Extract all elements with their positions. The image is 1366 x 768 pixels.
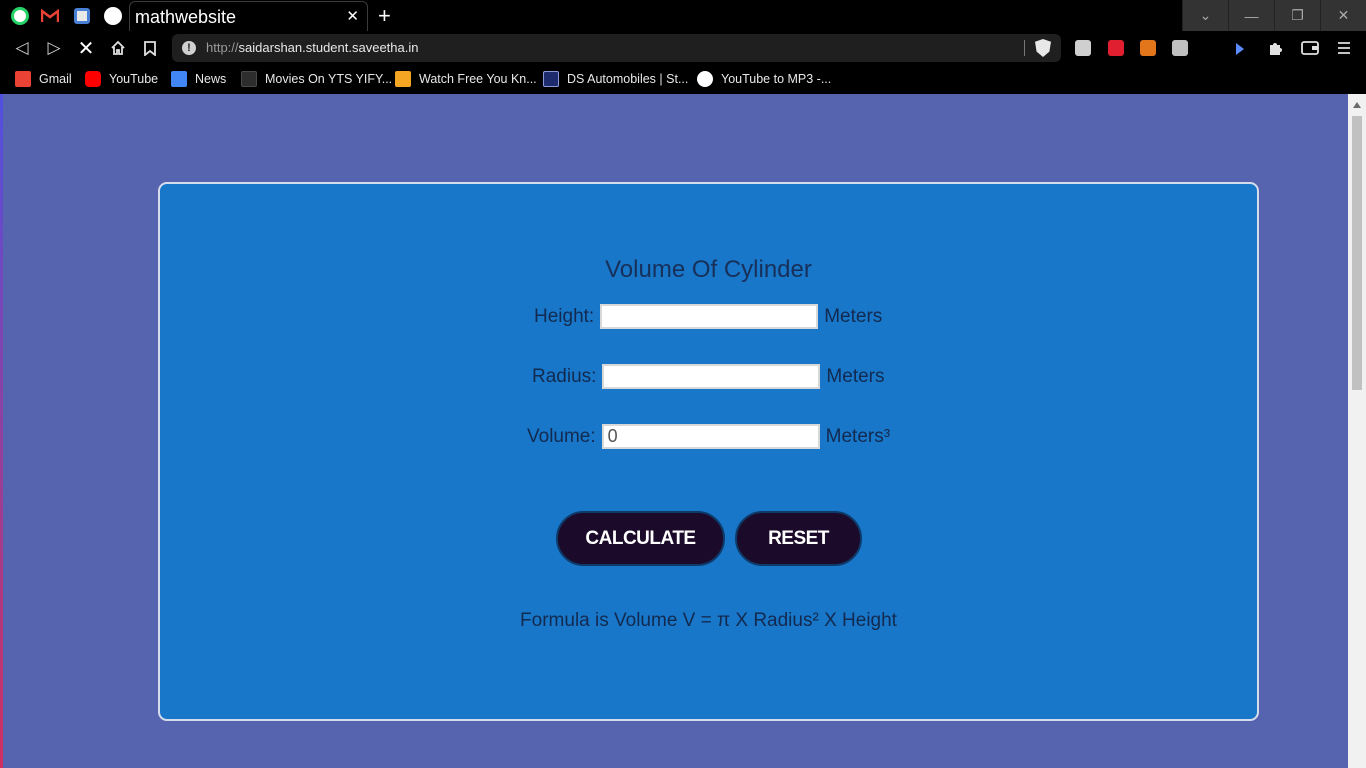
bookmark-label: Gmail: [39, 72, 72, 86]
menu-icon[interactable]: [1333, 37, 1355, 59]
gmail-icon: [41, 8, 59, 22]
tab-mathwebsite[interactable]: mathwebsite ✕: [129, 1, 368, 31]
minimize-button[interactable]: —: [1228, 0, 1274, 31]
site-info-icon[interactable]: !: [182, 41, 196, 55]
forward-icon[interactable]: ▷: [43, 37, 65, 59]
bookmark-ds-automobiles[interactable]: DS Automobiles | St...: [543, 71, 688, 87]
bookmark-label: YouTube to MP3 -...: [721, 72, 832, 86]
youtube-icon: [85, 71, 101, 87]
height-unit: Meters: [824, 305, 883, 327]
wallet-icon[interactable]: [1299, 37, 1321, 59]
stop-loading-icon[interactable]: ✕: [75, 37, 97, 60]
pocket-icon[interactable]: [1108, 40, 1124, 56]
close-window-button[interactable]: ✕: [1320, 0, 1366, 31]
metamask-icon[interactable]: [1140, 40, 1156, 56]
tab-search-button[interactable]: ⌄: [1182, 0, 1228, 31]
extension-1-icon[interactable]: [1075, 40, 1091, 56]
github-icon: [104, 6, 122, 25]
globe-icon: [697, 71, 713, 87]
browser-toolbar: ◁ ▷ ✕ ! http://saidarshan.student.saveet…: [0, 31, 1366, 65]
height-row: Height: Meters: [534, 304, 882, 329]
pinned-tab-gmail[interactable]: [34, 0, 66, 31]
bookmark-youtube-mp3[interactable]: YouTube to MP3 -...: [697, 71, 831, 87]
play-extension-icon[interactable]: [1236, 43, 1244, 55]
page-title: Volume Of Cylinder: [605, 256, 812, 283]
reset-button[interactable]: RESET: [735, 511, 862, 566]
volume-output[interactable]: [601, 424, 820, 449]
radius-unit: Meters: [826, 365, 885, 387]
close-tab-icon[interactable]: ✕: [346, 7, 359, 25]
height-input[interactable]: [600, 304, 819, 329]
radius-input[interactable]: [602, 364, 821, 389]
gmail-icon: [15, 71, 31, 87]
volume-row: Volume: Meters³: [527, 424, 890, 449]
calculate-button[interactable]: CALCULATE: [556, 511, 725, 566]
bookmark-label: Movies On YTS YIFY...: [265, 72, 393, 86]
page-left-edge: [0, 94, 3, 768]
bookmark-icon[interactable]: [139, 37, 161, 59]
home-icon[interactable]: [107, 37, 129, 59]
restore-button[interactable]: ❐: [1274, 0, 1320, 31]
pinned-tab-whatsapp[interactable]: [4, 0, 36, 31]
pinned-tab-github[interactable]: [97, 0, 129, 31]
back-icon[interactable]: ◁: [11, 37, 33, 59]
bookmark-watch-free[interactable]: Watch Free You Kn...: [395, 71, 537, 87]
url-text[interactable]: http://saidarshan.student.saveetha.in: [206, 40, 419, 55]
bookmark-label: YouTube: [109, 72, 159, 86]
bookmark-yts[interactable]: Movies On YTS YIFY...: [241, 71, 392, 87]
vertical-scrollbar[interactable]: [1348, 94, 1366, 768]
extension-4-icon[interactable]: [1172, 40, 1188, 56]
hd-icon: [395, 71, 411, 87]
volume-unit: Meters³: [825, 425, 891, 447]
scroll-up-icon[interactable]: [1353, 102, 1361, 108]
pinned-tab-docs[interactable]: [66, 0, 98, 31]
new-tab-button[interactable]: +: [378, 3, 391, 29]
bookmarks-bar: Gmail YouTube News Movies On YTS YIFY...…: [0, 65, 1366, 94]
bookmark-label: DS Automobiles | St...: [567, 72, 689, 86]
url-separator: [1024, 40, 1025, 56]
height-label: Height:: [534, 305, 595, 327]
bookmark-youtube[interactable]: YouTube: [85, 71, 158, 87]
bookmark-gmail[interactable]: Gmail: [15, 71, 72, 87]
google-news-icon: [171, 71, 187, 87]
volume-label: Volume:: [527, 425, 596, 447]
address-bar[interactable]: ! http://saidarshan.student.saveetha.in: [172, 34, 1061, 62]
yts-icon: [241, 71, 257, 87]
window-controls: ⌄ — ❐ ✕: [1182, 0, 1366, 31]
bookmark-news[interactable]: News: [171, 71, 226, 87]
radius-label: Radius:: [532, 365, 597, 387]
calculator-card: Volume Of Cylinder Height: Meters Radius…: [158, 182, 1259, 721]
docs-icon: [74, 7, 90, 24]
bookmark-label: Watch Free You Kn...: [419, 72, 537, 86]
formula-text: Formula is Volume V = π X Radius² X Heig…: [520, 610, 897, 631]
brave-shields-icon[interactable]: [1035, 39, 1051, 57]
whatsapp-icon: [11, 6, 29, 25]
radius-row: Radius: Meters: [532, 364, 885, 389]
tab-title: mathwebsite: [135, 7, 237, 27]
bookmark-label: News: [195, 72, 227, 86]
scrollbar-thumb[interactable]: [1352, 116, 1362, 390]
tab-strip: mathwebsite ✕ + ⌄ — ❐ ✕: [0, 0, 1366, 31]
extensions-puzzle-icon[interactable]: [1265, 37, 1287, 59]
ds-automobiles-icon: [543, 71, 559, 87]
